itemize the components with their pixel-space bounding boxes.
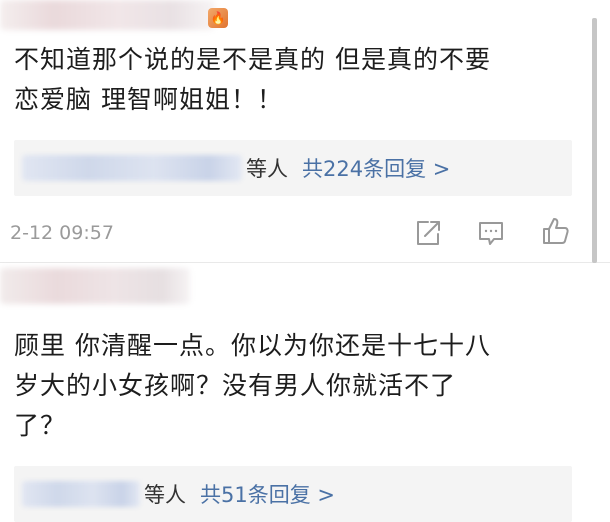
fire-badge-icon: 🔥	[208, 8, 228, 28]
view-replies-link[interactable]: 共224条回复 >	[302, 153, 450, 183]
comment-text: 顾里 你清醒一点。你以为你还是十七十八 岁大的小女孩啊？没有男人你就活不了 了？	[14, 326, 594, 446]
comment-text-line: 了？	[14, 411, 67, 440]
comment-text: 不知道那个说的是不是真的 但是真的不要 恋爱脑 理智啊姐姐！！	[14, 40, 594, 120]
replier-names-obscured	[22, 155, 242, 181]
comment-text-line: 顾里 你清醒一点。你以为你还是十七十八	[14, 331, 491, 360]
share-icon[interactable]	[413, 218, 443, 248]
replies-preview[interactable]: 等人 共224条回复 >	[14, 140, 572, 196]
comment-divider	[0, 262, 610, 263]
replies-suffix: 等人	[246, 157, 288, 181]
like-icon[interactable]	[540, 216, 570, 246]
commenter-nickname-obscured[interactable]	[0, 0, 215, 30]
comment-text-line: 岁大的小女孩啊？没有男人你就活不了	[14, 371, 457, 400]
replier-names-obscured	[22, 481, 140, 507]
commenter-nickname-obscured[interactable]	[0, 268, 190, 304]
view-replies-link[interactable]: 共51条回复 >	[200, 479, 335, 509]
comment-timestamp: 2-12 09:57	[10, 222, 114, 244]
scrollbar-thumb[interactable]	[592, 18, 597, 263]
comment-icon[interactable]	[476, 218, 506, 248]
comment-text-line: 不知道那个说的是不是真的 但是真的不要	[14, 45, 491, 74]
replies-suffix: 等人	[144, 483, 186, 507]
comment-text-line: 恋爱脑 理智啊姐姐！！	[14, 85, 283, 114]
